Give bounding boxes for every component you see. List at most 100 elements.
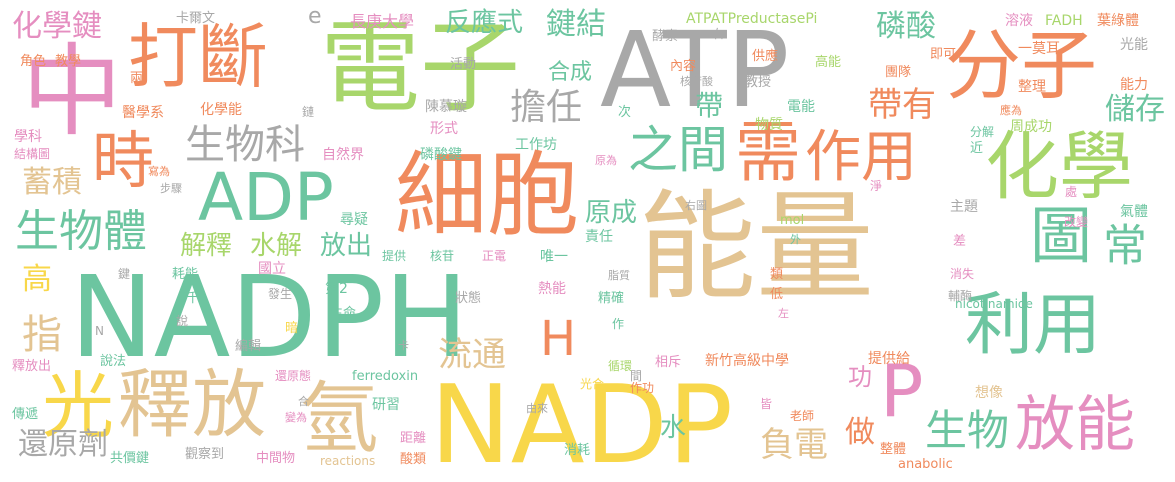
cloud-word: 鍵 xyxy=(118,267,131,281)
cloud-word: 解釋 xyxy=(180,231,233,261)
cloud-word: 鍵結 xyxy=(546,7,606,42)
cloud-word: 反應式 xyxy=(445,8,524,38)
cloud-word: 生物 xyxy=(925,406,1010,455)
cloud-word: 物質 xyxy=(755,117,783,133)
cloud-word: 卡爾文 xyxy=(176,11,216,26)
cloud-word: 說 xyxy=(176,314,189,328)
cloud-word: 想像 xyxy=(975,385,1003,401)
cloud-word: 帶有 xyxy=(868,85,936,125)
cloud-word: 合 xyxy=(298,395,309,408)
cloud-word: 狀態 xyxy=(455,291,482,306)
cloud-word: 角色 xyxy=(20,54,47,69)
cloud-word: 化學 xyxy=(985,124,1133,210)
cloud-word: 葉綠體 xyxy=(1097,13,1139,29)
cloud-word: 合成 xyxy=(548,60,593,85)
cloud-word: 陳慕璇 xyxy=(425,99,467,115)
cloud-word: 打斷 xyxy=(128,16,268,98)
cloud-word: 老師 xyxy=(790,409,815,423)
cloud-word: 卡 xyxy=(398,339,409,352)
cloud-word: 高能 xyxy=(815,55,842,70)
cloud-word: 說法 xyxy=(100,354,127,369)
cloud-word: 結構圖 xyxy=(14,147,51,161)
cloud-word: 醫學系 xyxy=(122,105,164,121)
cloud-word: 改變 xyxy=(1064,215,1089,229)
cloud-word: 第2 xyxy=(325,281,348,297)
cloud-word: 尋疑 xyxy=(340,212,368,228)
cloud-word: 水 xyxy=(660,413,687,443)
cloud-word: 寫為 xyxy=(148,165,170,178)
cloud-word: 光合 xyxy=(580,377,605,391)
cloud-word: 還原劑 xyxy=(18,427,108,462)
cloud-word: 內容 xyxy=(670,59,697,74)
cloud-word: FADH xyxy=(1045,13,1083,29)
cloud-word: 一莫耳 xyxy=(1018,41,1060,57)
cloud-word: 處 xyxy=(1065,185,1078,199)
cloud-word: 即可 xyxy=(930,47,957,62)
cloud-word: 之間 xyxy=(628,121,728,179)
cloud-word: 兩 xyxy=(130,71,144,86)
cloud-word: 距離 xyxy=(400,431,427,446)
cloud-word: 原成 xyxy=(585,198,638,228)
cloud-word: 氣體 xyxy=(1120,204,1148,220)
cloud-word: reactions xyxy=(320,454,376,468)
cloud-word: ferredoxin xyxy=(352,369,419,384)
cloud-word: 國立 xyxy=(258,261,286,277)
cloud-word: 磷酸鍵 xyxy=(420,147,462,163)
cloud-word: 長庚大學 xyxy=(350,12,415,31)
word-cloud: 能量 NADPH ATP NADP 電子 細胞 中 打斷 分子 ADP 化學 光… xyxy=(0,0,1175,482)
cloud-word: 差 xyxy=(953,234,967,249)
cloud-word: 作用 xyxy=(805,125,917,190)
cloud-word: 近 xyxy=(970,141,984,156)
cloud-word: mol xyxy=(780,213,805,228)
cloud-word: 精確 xyxy=(598,291,625,306)
cloud-word: 觀察到 xyxy=(185,447,225,462)
cloud-word: 教授 xyxy=(745,75,772,90)
cloud-word: 放能 xyxy=(1015,390,1135,460)
cloud-word: 磷酸 xyxy=(876,9,936,44)
cloud-word: 核苷 xyxy=(430,249,455,263)
cloud-word: 中間物 xyxy=(256,451,296,466)
cloud-word: 擔任 xyxy=(510,87,583,128)
cloud-word: 氫 xyxy=(300,374,379,464)
cloud-word: 電能 xyxy=(787,99,815,115)
cloud-word: 溶液 xyxy=(1005,13,1033,29)
cloud-word: 淨 xyxy=(870,179,883,193)
cloud-word: 水解 xyxy=(250,231,303,261)
cloud-word: 學科 xyxy=(14,129,42,145)
cloud-word: 皆 xyxy=(760,397,773,411)
cloud-word: 次 xyxy=(618,105,632,120)
cloud-word: 脂質 xyxy=(608,269,630,282)
cloud-word: 周成功 xyxy=(1010,119,1052,135)
cloud-word: 步驟 xyxy=(160,182,182,195)
cloud-word: 釋放出 xyxy=(12,359,52,374)
cloud-word: 唯一 xyxy=(540,249,568,265)
cloud-word: e xyxy=(308,4,322,29)
cloud-word: 相斥 xyxy=(655,355,682,370)
cloud-word: 自然界 xyxy=(322,147,364,163)
cloud-word: 能量 xyxy=(638,178,875,316)
cloud-word: 分解 xyxy=(970,125,995,139)
cloud-word: 蓄積 xyxy=(22,165,82,200)
cloud-word: 化學能 xyxy=(200,102,242,118)
cloud-word: 生物科 xyxy=(185,122,305,168)
cloud-word: 時 xyxy=(92,124,155,197)
cloud-word: 功 xyxy=(848,363,872,391)
cloud-word: 作功 xyxy=(630,381,655,395)
cloud-word: 儲存 xyxy=(1105,92,1165,127)
cloud-word: 研習 xyxy=(372,397,400,413)
cloud-word: 消失 xyxy=(950,267,975,281)
cloud-word: 類 xyxy=(770,267,784,282)
cloud-word: 右 xyxy=(712,27,725,41)
cloud-word: 消耗 xyxy=(564,443,591,458)
cloud-word: 傳遞 xyxy=(12,407,39,422)
cloud-word: anabolic xyxy=(898,457,953,472)
cloud-word: 放出 xyxy=(320,231,373,261)
cloud-word: 正電 xyxy=(482,249,507,263)
cloud-word: 教學 xyxy=(55,54,82,69)
cloud-word: 酸類 xyxy=(400,452,427,467)
cloud-word: 共價鍵 xyxy=(110,451,150,466)
cloud-word: 供應 xyxy=(752,49,779,64)
cloud-word: H xyxy=(540,311,577,367)
cloud-word: 應為 xyxy=(1000,104,1022,117)
cloud-word: 編輯 xyxy=(235,339,262,354)
